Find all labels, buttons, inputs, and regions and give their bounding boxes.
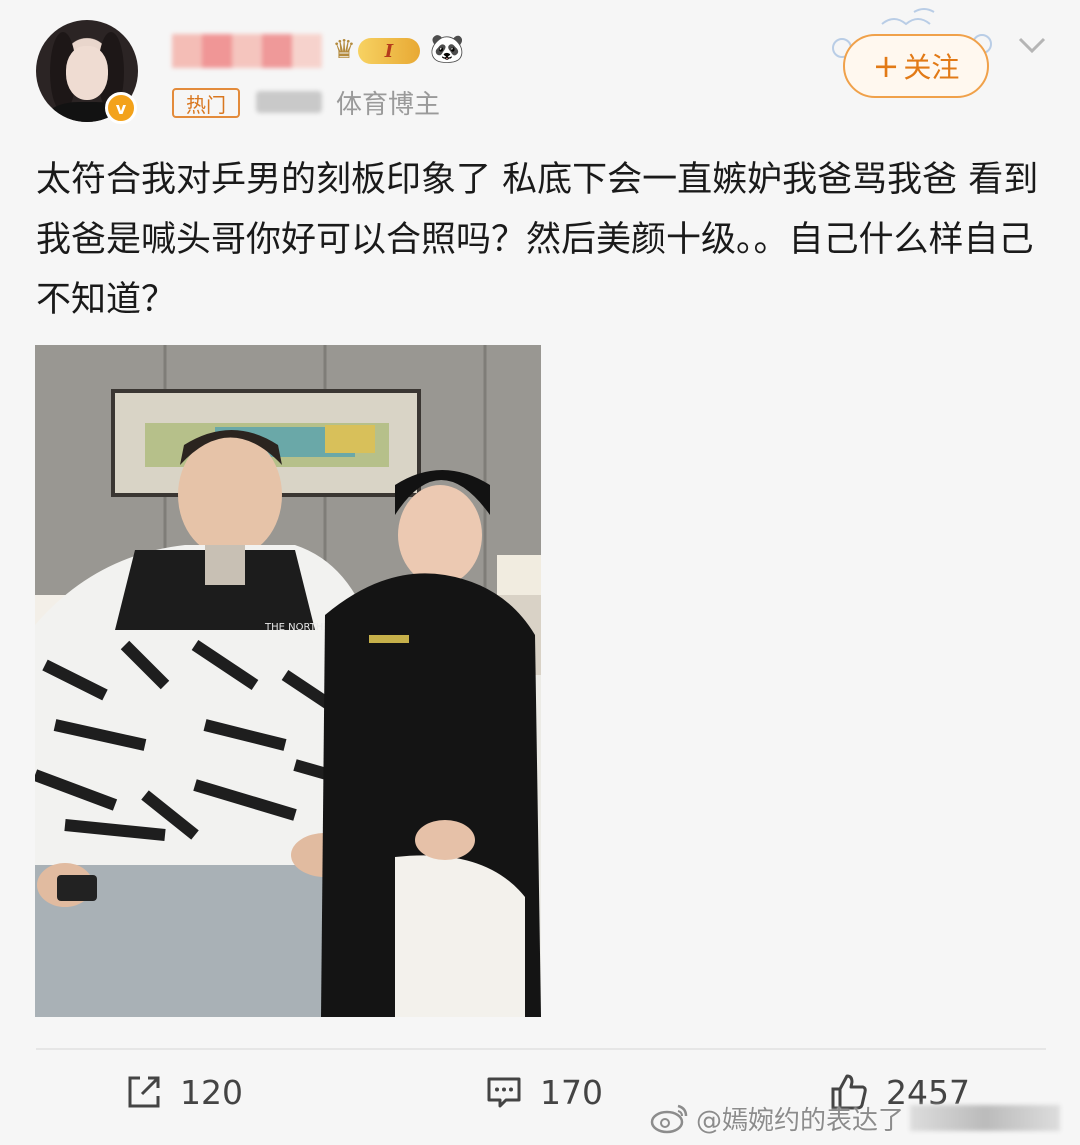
author-category: 体育博主 [336,89,441,120]
follow-label: 关注 [903,51,960,84]
weibo-watermark: @嫣婉约的表达了 [650,1098,1061,1138]
share-square-icon [128,1076,160,1108]
member-level-badge: I [358,38,420,64]
hot-tag: 热门 [172,88,240,118]
follow-button[interactable]: + 关注 [843,34,989,98]
plus-icon: + [872,47,900,85]
post-text: 太符合我对乒男的刻板印象了 私底下会一直嫉妒我爸骂我爸 看到我爸是喊头哥你好可以… [36,160,1039,320]
repost-button[interactable]: 120 [126,1066,243,1118]
comment-bubble-icon [487,1077,521,1108]
redacted-meta [256,91,322,113]
post-meta: 体育博主 [256,86,441,120]
comment-count: 170 [540,1072,603,1112]
action-divider [36,1048,1046,1050]
crown-icon: ♛ [332,35,356,65]
post-image[interactable]: THE NORTH FACE [35,345,541,1017]
comment-button[interactable]: 170 [486,1066,603,1118]
watermark-redacted [910,1105,1061,1131]
weibo-logo-icon [650,1104,688,1134]
chevron-down-icon[interactable] [1016,30,1048,60]
verified-badge-icon: v [105,92,137,124]
weibo-post-card: v ♛ I 🐼 热门 体育博主 + 关注 太符合我对乒男的刻板印象了 私底下会一… [0,0,1080,1145]
watermark-text: @嫣婉约的表达了 [696,1105,905,1136]
author-name-redacted[interactable] [172,34,322,68]
panda-icon: 🐼 [429,31,465,65]
repost-count: 120 [180,1072,243,1112]
